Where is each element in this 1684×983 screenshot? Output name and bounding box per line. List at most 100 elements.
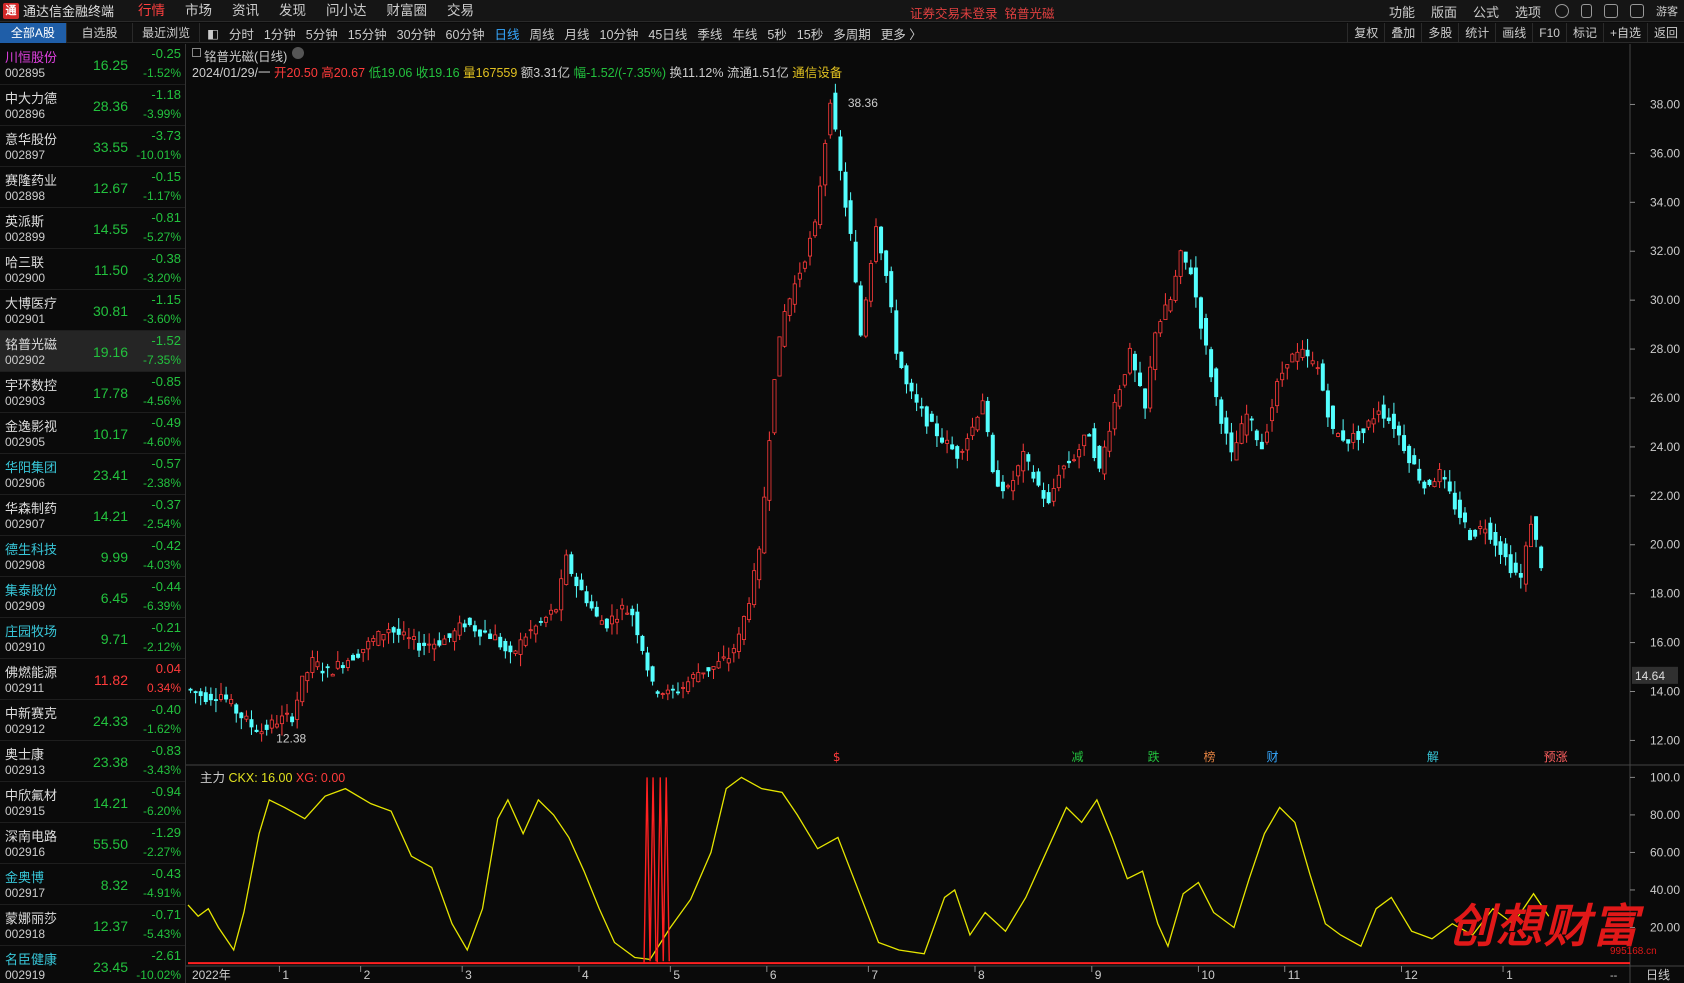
candle-body	[696, 672, 701, 683]
candle-body	[604, 618, 609, 629]
candle-body	[1102, 446, 1107, 475]
candle-body	[929, 413, 934, 422]
candle-body	[853, 241, 858, 283]
candle-body	[894, 310, 899, 354]
candle-body	[686, 681, 691, 692]
candle-body	[1183, 251, 1188, 263]
candle-body	[1310, 360, 1315, 365]
candle-body	[833, 92, 838, 130]
price-tick-label: 26.00	[1650, 391, 1680, 405]
candle-body	[1295, 351, 1300, 362]
candle-body	[670, 688, 675, 691]
indicator-xg: XG: 0.00	[295, 771, 346, 785]
candle-body	[391, 627, 396, 633]
candle-body	[1072, 459, 1077, 462]
candle-body	[1498, 541, 1503, 555]
candle-body	[1320, 363, 1325, 391]
candle-body	[675, 691, 680, 694]
candle-body	[1325, 390, 1330, 418]
candle-body	[467, 617, 472, 626]
candle-body	[559, 578, 564, 611]
candle-body	[219, 694, 224, 700]
candle-body	[1158, 321, 1163, 334]
candle-body	[940, 437, 945, 443]
candle-body	[1468, 529, 1473, 541]
indicator-name[interactable]: 主力	[200, 771, 225, 785]
candle-body	[681, 687, 686, 689]
candle-body	[807, 237, 812, 257]
price-tick-label: 36.00	[1650, 146, 1680, 160]
candle-body	[254, 729, 259, 732]
candle-body	[589, 601, 594, 609]
candle-body	[432, 643, 437, 650]
event-marker: $	[833, 750, 841, 764]
candle-body	[1000, 481, 1005, 492]
event-marker: 财	[1266, 750, 1278, 764]
candle-body	[1473, 529, 1478, 537]
signal-spike	[643, 777, 657, 964]
candle-body	[345, 660, 350, 668]
current-price-label: 14.64	[1635, 669, 1665, 683]
price-tick-label: 18.00	[1650, 587, 1680, 601]
candle-body	[990, 434, 995, 473]
candle-body	[259, 731, 264, 735]
candle-body	[386, 629, 391, 634]
candle-body	[569, 554, 574, 574]
candle-body	[1188, 267, 1193, 275]
candle-body	[472, 625, 477, 632]
candle-body	[711, 666, 716, 670]
candle-body	[340, 665, 345, 669]
candle-body	[1402, 435, 1407, 451]
candle-body	[1518, 573, 1523, 578]
indicator-line	[187, 776, 1550, 961]
candle-body	[417, 642, 422, 651]
candle-body	[513, 650, 518, 654]
candle-body	[1493, 531, 1498, 546]
candle-body	[904, 365, 909, 385]
candle-body	[437, 640, 442, 646]
month-tick-label: 2	[364, 968, 371, 982]
candle-body	[498, 636, 503, 648]
candle-body	[1447, 481, 1452, 492]
candle-body	[564, 554, 569, 585]
candle-body	[838, 136, 843, 171]
candle-body	[1026, 454, 1031, 462]
candle-body	[1193, 267, 1198, 298]
indicator-tick-label: 80.00	[1650, 808, 1680, 822]
candle-body	[625, 612, 630, 615]
candle-body	[401, 631, 406, 636]
candle-body	[1280, 372, 1285, 381]
candle-body	[1107, 430, 1112, 452]
watermark-url: 995168.cn	[1610, 946, 1657, 957]
price-tick-label: 32.00	[1650, 244, 1680, 258]
candle-body	[731, 648, 736, 654]
candle-body	[620, 604, 625, 610]
candle-body	[980, 400, 985, 415]
candle-body	[1432, 481, 1437, 488]
candle-body	[1351, 432, 1356, 443]
candle-body	[264, 724, 269, 730]
candle-body	[543, 616, 548, 623]
indicator-tick-label: 60.00	[1650, 845, 1680, 859]
event-marker: 解	[1427, 750, 1439, 764]
candle-body	[1376, 410, 1381, 415]
signal-spike	[656, 777, 670, 964]
indicator-ckx: CKX: 16.00	[228, 771, 293, 785]
candle-body	[1117, 389, 1122, 407]
kline-chart[interactable]: 38.00 36.00 34.00 32.00 30.00 28.00 26.00 24.00…	[0, 0, 1684, 983]
candle-body	[427, 643, 432, 646]
candle-body	[584, 591, 589, 604]
candle-body	[1381, 404, 1386, 419]
candle-body	[396, 628, 401, 635]
candle-body	[503, 640, 508, 652]
candle-body	[1153, 332, 1158, 370]
candle-body	[1356, 431, 1361, 440]
candle-body	[249, 719, 254, 728]
candle-body	[914, 394, 919, 403]
candle-body	[528, 629, 533, 632]
candle-body	[1528, 523, 1533, 548]
candle-body	[813, 221, 818, 237]
price-tick-label: 34.00	[1650, 195, 1680, 209]
event-marker: 减	[1071, 750, 1083, 764]
candle-body	[1148, 366, 1153, 409]
